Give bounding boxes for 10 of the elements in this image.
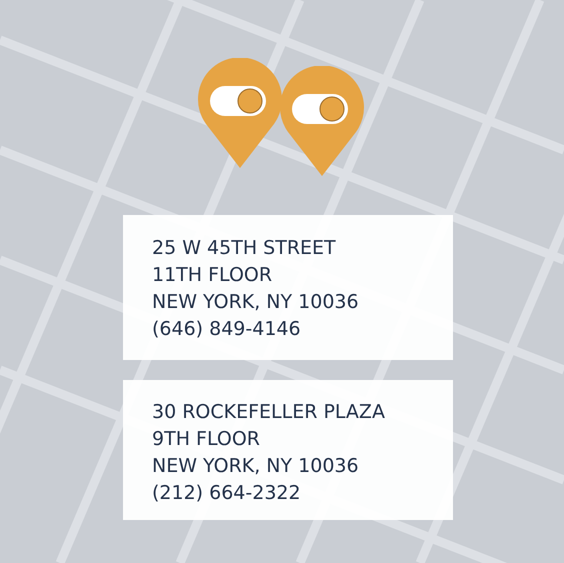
address-line: (646) 849-4146 bbox=[152, 317, 302, 342]
address-line: 25 W 45TH STREET bbox=[152, 236, 337, 261]
address-line: 9TH FLOOR bbox=[152, 427, 261, 452]
address-line: (212) 664-2322 bbox=[152, 481, 302, 506]
address-line: 11TH FLOOR bbox=[152, 263, 274, 288]
map-pin-icon[interactable] bbox=[278, 66, 366, 178]
address-line: 30 ROCKEFELLER PLAZA bbox=[152, 400, 386, 425]
address-line: NEW YORK, NY 10036 bbox=[152, 454, 360, 479]
address-line: NEW YORK, NY 10036 bbox=[152, 290, 360, 315]
map-pin-icon[interactable] bbox=[196, 58, 284, 170]
